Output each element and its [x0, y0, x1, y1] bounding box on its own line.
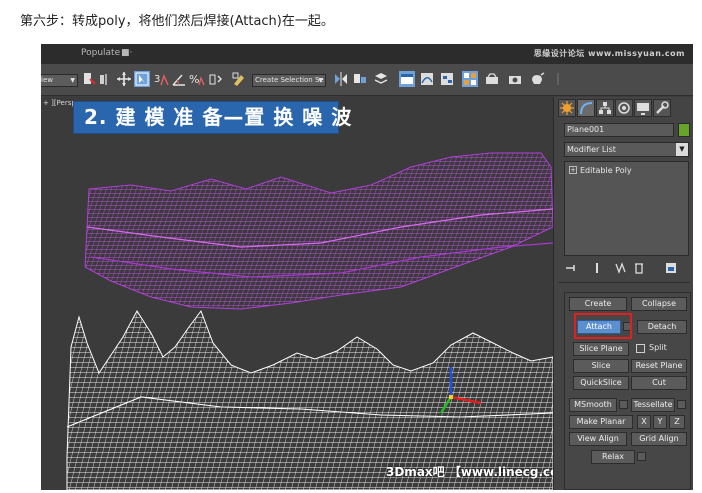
- expand-plus-icon[interactable]: +: [569, 166, 577, 174]
- show-end-result-icon[interactable]: [590, 261, 604, 275]
- bar-separator-icon: [556, 71, 572, 87]
- configure-sets-icon[interactable]: [664, 261, 678, 275]
- planar-z-button[interactable]: Z: [669, 415, 685, 429]
- snap-3-icon[interactable]: 3: [153, 71, 169, 87]
- tessellate-settings-button[interactable]: [677, 400, 686, 409]
- planar-x-button[interactable]: X: [637, 415, 651, 429]
- tessellate-button[interactable]: Tessellate: [631, 398, 675, 412]
- align-icon[interactable]: [352, 71, 368, 87]
- planar-y-button[interactable]: Y: [653, 415, 667, 429]
- remove-modifier-icon[interactable]: [632, 261, 646, 275]
- forum-logo: 思缘设计论坛 www.missyuan.com: [533, 49, 685, 58]
- reset-plane-button[interactable]: Reset Plane: [631, 359, 687, 373]
- quickslice-button[interactable]: QuickSlice: [573, 376, 629, 390]
- svg-text:%: %: [189, 73, 199, 86]
- hierarchy-tab-icon[interactable]: [596, 99, 614, 117]
- populate-menu[interactable]: Populate: [81, 48, 120, 58]
- slice-button[interactable]: Slice: [573, 359, 629, 373]
- cut-button[interactable]: Cut: [631, 376, 687, 390]
- modify-tab-icon[interactable]: [577, 99, 595, 117]
- command-panel: Plane001 Modifier List ▼ + Editable Poly C…: [553, 97, 693, 490]
- edit-named-selection-icon[interactable]: [231, 71, 247, 87]
- attach-highlight-box: [574, 313, 632, 339]
- display-tab-icon[interactable]: [634, 99, 652, 117]
- reference-coord-dropdown[interactable]: iew ▼: [41, 74, 78, 87]
- percent-snap-icon[interactable]: %: [189, 71, 205, 87]
- select-object-icon[interactable]: [134, 71, 150, 87]
- main-toolbar: iew ▼ 3 % Create Selection Se ▼: [41, 64, 693, 96]
- spinner-snap-icon[interactable]: [207, 71, 223, 87]
- material-editor-icon[interactable]: [462, 71, 478, 87]
- render-setup-icon[interactable]: [484, 71, 500, 87]
- grid-align-button[interactable]: Grid Align: [631, 432, 687, 446]
- split-label: Split: [649, 343, 667, 352]
- perspective-viewport[interactable]: + ][Perspec 2. 建 模 准 备—置 换 噪 波 3Dmax吧 【w…: [41, 97, 553, 490]
- motion-tab-icon[interactable]: [615, 99, 633, 117]
- layer-manager-icon[interactable]: [373, 71, 389, 87]
- view-align-button[interactable]: View Align: [569, 432, 627, 446]
- detach-button[interactable]: Detach: [637, 320, 687, 334]
- pivot-icon[interactable]: [98, 71, 114, 87]
- modifier-stack: + Editable Poly: [564, 161, 689, 256]
- chevron-down-icon: ▼: [676, 143, 688, 156]
- split-checkbox[interactable]: [636, 344, 645, 353]
- noise-mesh-wireframe: [66, 152, 553, 490]
- select-by-name-icon[interactable]: [81, 71, 97, 87]
- pin-stack-icon[interactable]: [564, 261, 578, 275]
- rendered-frame-icon[interactable]: [507, 71, 523, 87]
- schematic-view-icon[interactable]: [439, 71, 455, 87]
- stack-tools: [562, 261, 690, 277]
- object-color-swatch[interactable]: [678, 123, 690, 137]
- scene-explorer-icon[interactable]: [399, 71, 415, 87]
- command-panel-tabs: [558, 99, 690, 117]
- relax-settings-button[interactable]: [637, 452, 646, 461]
- mirror-icon[interactable]: [333, 71, 349, 87]
- modifier-list-dropdown[interactable]: Modifier List ▼: [564, 142, 689, 157]
- svg-text:3: 3: [154, 74, 160, 85]
- max-screenshot: Populate ■· 思缘设计论坛 www.missyuan.com iew ▼…: [41, 44, 693, 490]
- slice-plane-button[interactable]: Slice Plane: [573, 342, 629, 356]
- create-button[interactable]: Create: [569, 297, 627, 311]
- collapse-button[interactable]: Collapse: [631, 297, 687, 311]
- render-production-icon[interactable]: [529, 71, 545, 87]
- title-bar: Populate ■· 思缘设计论坛 www.missyuan.com: [41, 44, 693, 64]
- make-unique-icon[interactable]: [614, 261, 628, 275]
- populate-toggle[interactable]: ■·: [121, 48, 132, 58]
- panel-divider: [558, 282, 690, 283]
- angle-snap-icon[interactable]: [171, 71, 187, 87]
- step-caption: 第六步：转成poly，将他们然后焊接(Attach)在一起。: [20, 14, 334, 29]
- msmooth-settings-button[interactable]: [619, 400, 628, 409]
- object-name-field[interactable]: Plane001: [564, 123, 674, 137]
- make-planar-button[interactable]: Make Planar: [569, 415, 633, 429]
- relax-button[interactable]: Relax: [591, 450, 635, 464]
- stack-item-editable-poly[interactable]: + Editable Poly: [568, 165, 686, 176]
- watermark: 3Dmax吧 【www.linecg.com/tieba/1771】: [386, 465, 553, 479]
- move-icon[interactable]: [116, 71, 132, 87]
- create-tab-icon[interactable]: [558, 99, 576, 117]
- curve-editor-icon[interactable]: [419, 71, 435, 87]
- utilities-tab-icon[interactable]: [653, 99, 671, 117]
- tutorial-banner: 2. 建 模 准 备—置 换 噪 波: [73, 101, 351, 134]
- named-selection-dropdown[interactable]: Create Selection Se ▼: [252, 74, 326, 87]
- msmooth-button[interactable]: MSmooth: [569, 398, 617, 412]
- edit-geometry-rollout: Create Collapse Attach Detach Slice Plan…: [564, 292, 691, 490]
